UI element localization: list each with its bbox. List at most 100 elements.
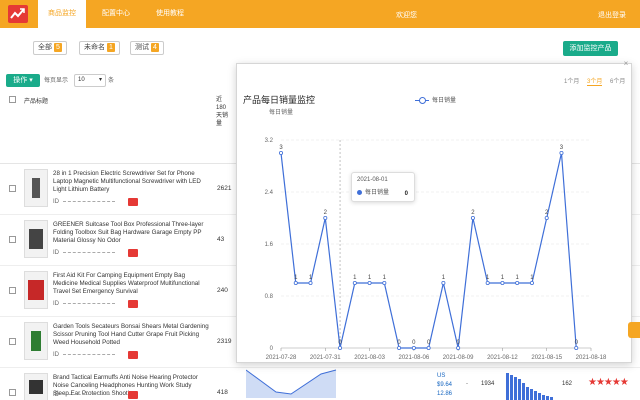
row-checkbox[interactable] <box>9 236 16 243</box>
mail-icon[interactable] <box>128 391 138 399</box>
product-id: ID <box>53 392 115 398</box>
data-label: 1 <box>353 275 357 281</box>
column-header-title: 产品标题 <box>24 99 49 105</box>
logout-link[interactable]: 退出登录 <box>598 10 626 20</box>
product-title[interactable]: Garden Tools Secateurs Bonsai Shears Met… <box>53 323 209 347</box>
column-header-sales: 近180天销量 <box>216 97 229 127</box>
product-id: ID <box>53 199 115 205</box>
close-icon[interactable]: × <box>620 58 632 70</box>
data-label: 0 <box>412 340 416 346</box>
data-point <box>279 151 284 156</box>
range-3-months[interactable]: 3个月 <box>587 76 603 86</box>
data-point <box>529 280 534 285</box>
x-tick-label: 2021-08-18 <box>576 355 607 361</box>
data-point <box>500 280 505 285</box>
range-1-month[interactable]: 1个月 <box>564 76 579 85</box>
per-page-label: 每页显示 <box>44 78 69 84</box>
product-rank: 1934 <box>481 381 495 387</box>
filter-label: 未命名 <box>84 44 105 51</box>
data-point <box>544 216 549 221</box>
x-tick-label: 2021-08-03 <box>354 355 385 361</box>
product-id: ID <box>53 352 115 358</box>
data-point <box>338 345 343 350</box>
mail-icon[interactable] <box>128 198 138 206</box>
mail-icon[interactable] <box>128 300 138 308</box>
mail-icon[interactable] <box>128 351 138 359</box>
tooltip-value: 0 <box>404 191 408 197</box>
legend-marker-icon <box>415 96 429 104</box>
data-point <box>323 216 328 221</box>
x-tick-label: 2021-08-06 <box>399 355 430 361</box>
filter-count-badge: 4 <box>151 43 159 52</box>
daily-sales-chart: 每日销量 0 0.8 1.6 2.4 3.2 2021-07-28 2021-07-31 2… <box>265 108 607 361</box>
data-point <box>411 345 416 350</box>
product-id: ID <box>53 301 115 307</box>
row-checkbox[interactable] <box>9 338 16 345</box>
product-thumbnail[interactable] <box>24 169 48 207</box>
row-checkbox[interactable] <box>9 185 16 192</box>
data-label: 1 <box>368 275 372 281</box>
price-info: US $9.64 12.86 <box>437 373 453 397</box>
product-title[interactable]: GREENER Suitcase Tool Box Professional T… <box>53 221 209 245</box>
x-tick-label: 2021-08-09 <box>443 355 474 361</box>
chevron-down-icon: ▾ <box>98 77 102 83</box>
price-dash: - <box>466 381 468 387</box>
mail-icon[interactable] <box>128 249 138 257</box>
tab-tutorial[interactable]: 使用教程 <box>146 0 194 28</box>
product-thumbnail[interactable] <box>24 373 48 400</box>
side-float-button[interactable] <box>628 322 640 338</box>
add-monitor-product-button[interactable]: 添加监控产品 <box>563 41 618 56</box>
y-tick-label: 1.6 <box>265 242 274 248</box>
product-sales: 2319 <box>217 338 232 345</box>
filter-test-button[interactable]: 测试 4 <box>130 41 164 55</box>
data-point <box>485 280 490 285</box>
data-point <box>426 345 431 350</box>
filter-unnamed-button[interactable]: 未命名 1 <box>79 41 120 55</box>
app-logo-icon[interactable] <box>8 5 28 23</box>
filter-all-button[interactable]: 全部 5 <box>33 41 67 55</box>
sales-trend-sparkline <box>246 369 337 398</box>
row-checkbox[interactable] <box>9 287 16 294</box>
y-tick-label: 2.4 <box>265 190 274 196</box>
data-label: 1 <box>516 275 520 281</box>
data-label: 0 <box>456 340 460 346</box>
operate-dropdown-button[interactable]: 操作 ▾ <box>6 74 40 87</box>
product-sales: 240 <box>217 287 228 294</box>
x-tick-label: 2021-08-12 <box>487 355 518 361</box>
product-title[interactable]: First Aid Kit For Camping Equipment Empt… <box>53 272 209 296</box>
product-sales: 43 <box>217 236 225 243</box>
x-tick-label: 2021-07-28 <box>266 355 297 361</box>
product-sales: 418 <box>217 389 228 396</box>
select-all-checkbox[interactable] <box>9 96 16 103</box>
data-point <box>470 216 475 221</box>
data-point <box>441 280 446 285</box>
mini-bar-chart <box>506 371 556 400</box>
data-label: 1 <box>442 275 446 281</box>
y-tick-label: 0.8 <box>265 294 274 300</box>
data-label: 3 <box>560 145 564 151</box>
data-point <box>515 280 520 285</box>
data-label: 0 <box>575 340 579 346</box>
filter-label: 测试 <box>135 44 149 51</box>
data-label: 3 <box>279 145 283 151</box>
tooltip-series-name: 每日销量 <box>365 190 390 196</box>
data-label: 1 <box>294 275 298 281</box>
x-tick-label: 2021-08-15 <box>531 355 562 361</box>
top-nav-bar: 商品监控 配置中心 使用教程 欢迎您 退出登录 <box>0 0 640 28</box>
data-point <box>559 151 564 156</box>
data-label: 1 <box>383 275 387 281</box>
range-6-months[interactable]: 6个月 <box>610 76 625 85</box>
data-label: 0 <box>397 340 401 346</box>
product-thumbnail[interactable] <box>24 271 48 309</box>
product-thumbnail[interactable] <box>24 220 48 258</box>
data-point <box>397 345 402 350</box>
filter-label: 全部 <box>38 44 52 51</box>
y-tick-label: 3.2 <box>265 138 274 144</box>
tab-config-center[interactable]: 配置中心 <box>92 0 140 28</box>
per-page-select[interactable]: 10 ▾ <box>74 74 106 87</box>
filter-count-badge: 5 <box>54 43 62 52</box>
tab-product-monitor[interactable]: 商品监控 <box>38 0 86 28</box>
product-title[interactable]: 28 in 1 Precision Electric Screwdriver S… <box>53 170 209 194</box>
product-thumbnail[interactable] <box>24 322 48 360</box>
row-checkbox[interactable] <box>9 389 16 396</box>
